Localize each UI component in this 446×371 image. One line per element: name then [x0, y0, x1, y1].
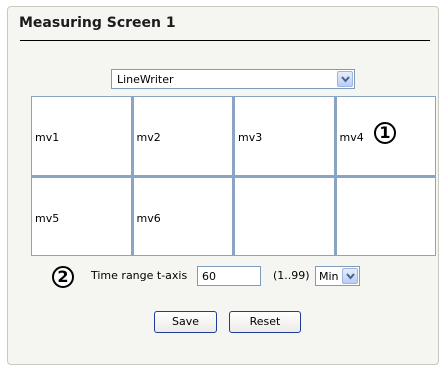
chevron-down-icon[interactable]: [342, 268, 358, 284]
time-unit-value: Min: [319, 270, 339, 283]
save-button[interactable]: Save: [154, 311, 217, 333]
grid-cell-mv2[interactable]: mv2: [133, 97, 232, 175]
time-range-input[interactable]: 60: [197, 266, 261, 286]
cell-label: mv4: [339, 131, 364, 144]
view-type-select[interactable]: LineWriter: [111, 69, 355, 89]
page-title: Measuring Screen 1: [19, 15, 176, 31]
measure-value-grid: mv1 mv2 mv3 mv4 mv5 mv6: [31, 96, 436, 256]
grid-cell-mv5[interactable]: mv5: [32, 177, 131, 255]
time-range-hint: (1..99): [273, 269, 310, 282]
chevron-down-icon[interactable]: [337, 71, 353, 87]
time-range-value: 60: [202, 270, 216, 283]
grid-cell-empty-7[interactable]: [235, 177, 334, 255]
cell-label: mv3: [238, 131, 263, 144]
title-divider: [20, 40, 430, 41]
cell-label: mv2: [136, 131, 161, 144]
time-unit-select[interactable]: Min: [315, 266, 360, 286]
grid-cell-mv6[interactable]: mv6: [133, 177, 232, 255]
callout-marker-2: 2: [52, 266, 74, 288]
grid-cell-mv3[interactable]: mv3: [235, 97, 334, 175]
cell-label: mv6: [136, 211, 161, 225]
cell-label: mv5: [35, 211, 60, 225]
callout-marker-1: 1: [374, 122, 396, 144]
grid-cell-empty-8[interactable]: [336, 177, 435, 255]
time-range-label: Time range t-axis: [91, 269, 188, 282]
cell-label: mv1: [35, 131, 60, 144]
view-type-value: LineWriter: [117, 73, 174, 86]
reset-button[interactable]: Reset: [229, 311, 301, 333]
grid-cell-mv1[interactable]: mv1: [32, 97, 131, 175]
